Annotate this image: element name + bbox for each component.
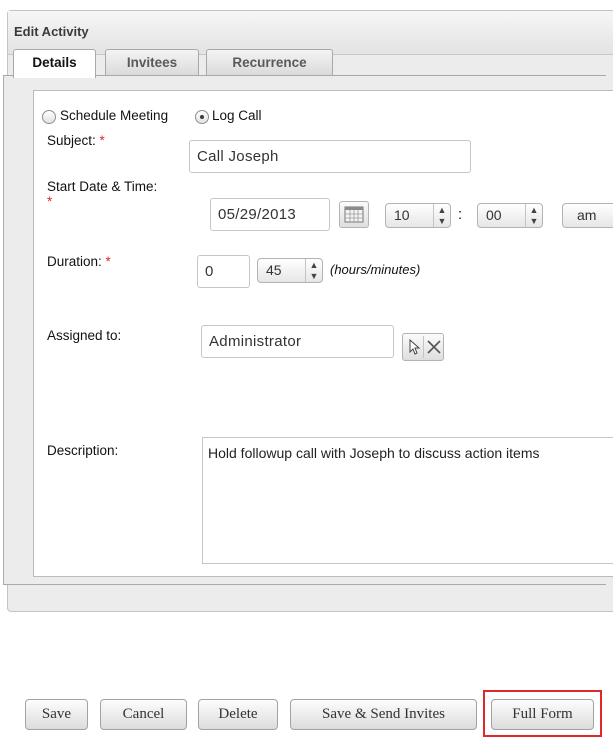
subject-label: Subject: * [47, 133, 105, 148]
log-call-radio[interactable] [195, 110, 209, 124]
start-hour-select[interactable]: 10 ▲ ▼ [385, 203, 451, 228]
delete-button[interactable]: Delete [198, 699, 278, 730]
subject-input[interactable]: Call Joseph [189, 140, 471, 173]
log-call-label: Log Call [212, 108, 262, 123]
start-hour-value: 10 [394, 207, 410, 223]
schedule-meeting-label: Schedule Meeting [60, 108, 169, 123]
calendar-button[interactable] [339, 201, 369, 228]
time-separator: : [458, 206, 463, 223]
schedule-meeting-radio[interactable] [42, 110, 56, 124]
required-mark: * [99, 133, 105, 148]
clear-x-icon[interactable] [425, 337, 443, 357]
duration-minutes-select[interactable]: 45 ▲ ▼ [257, 258, 323, 283]
stepper-arrows-icon: ▲ ▼ [305, 259, 322, 282]
required-mark: * [47, 194, 53, 209]
start-minute-value: 00 [486, 207, 502, 223]
dialog-title: Edit Activity [14, 24, 89, 39]
duration-minutes-value: 45 [266, 262, 282, 278]
calendar-icon [344, 206, 364, 223]
stepper-arrows-icon: ▲ ▼ [525, 204, 542, 227]
stepper-arrows-icon: ▲ ▼ [433, 204, 450, 227]
meridiem-select[interactable]: am [562, 203, 613, 228]
start-datetime-label: Start Date & Time: [47, 179, 158, 194]
meridiem-value: am [577, 207, 597, 223]
full-form-highlight [483, 690, 602, 737]
tab-details[interactable]: Details [13, 49, 96, 78]
select-arrow-icon[interactable] [405, 337, 423, 357]
start-minute-select[interactable]: 00 ▲ ▼ [477, 203, 543, 228]
save-button[interactable]: Save [25, 699, 88, 730]
description-textarea[interactable]: Hold followup call with Joseph to discus… [202, 437, 613, 564]
tab-recurrence[interactable]: Recurrence [206, 49, 333, 76]
duration-hint: (hours/minutes) [330, 262, 421, 277]
start-date-input[interactable]: 05/29/2013 [210, 198, 330, 231]
duration-label: Duration: * [47, 254, 111, 269]
assign-actions [402, 333, 444, 361]
assigned-to-input[interactable]: Administrator [201, 325, 394, 358]
cancel-button[interactable]: Cancel [100, 699, 187, 730]
save-send-invites-button[interactable]: Save & Send Invites [290, 699, 477, 730]
duration-hours-input[interactable]: 0 [197, 255, 250, 288]
assigned-to-label: Assigned to: [47, 328, 122, 343]
description-label: Description: [47, 443, 119, 458]
tab-invitees[interactable]: Invitees [105, 49, 199, 76]
required-mark: * [105, 254, 111, 269]
